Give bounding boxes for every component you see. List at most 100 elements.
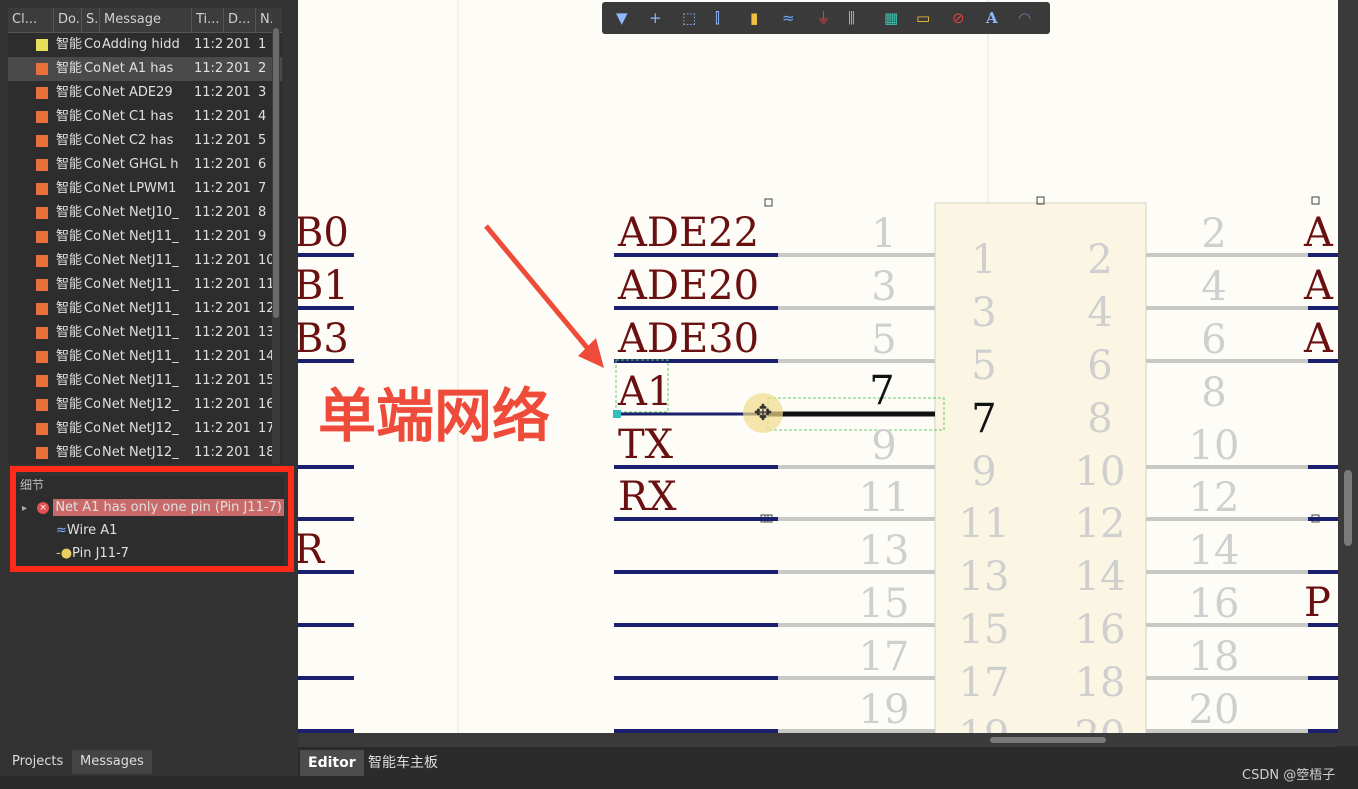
column-date[interactable]: D... [224,8,256,32]
column-document[interactable]: Do... [54,8,82,32]
tab-messages[interactable]: Messages [72,750,152,774]
select-rect-icon[interactable]: ⬚ [682,10,696,26]
messages-scrollbar[interactable] [272,8,280,464]
message-document: 智能 [56,181,82,196]
message-source: Co [84,61,100,76]
editor-tab-bar [298,747,1358,776]
highlight-box [10,466,294,572]
message-row[interactable]: 智能 Co Net NetJ11_ 11:2 201 10 [8,249,282,273]
pin-number-right-inner: 14 [1075,554,1126,600]
message-text: Net NetJ11_ [102,373,179,388]
message-text: Net NetJ11_ [102,349,179,364]
message-row[interactable]: 智能 Co Net NetJ11_ 11:2 201 14 [8,345,282,369]
message-row[interactable]: 智能 Co Net C2 has 11:2 201 5 [8,129,282,153]
pin-number-right-inner: 8 [1087,396,1112,442]
directive-icon[interactable]: ⊘ [952,10,965,26]
harness-icon[interactable]: ▦ [884,10,898,26]
message-source: Co [84,349,100,364]
text-icon[interactable]: A [986,10,998,26]
message-row[interactable]: 智能 Co Net NetJ10_ 11:2 201 8 [8,201,282,225]
message-row[interactable]: 智能 Co Net C1 has 11:2 201 4 [8,105,282,129]
message-date: 201 [226,205,251,220]
message-text: Net NetJ12_ [102,421,179,436]
part-icon[interactable]: ▮ [750,10,758,26]
message-source: Co [84,181,100,196]
column-source[interactable]: S... [82,8,100,32]
message-date: 201 [226,37,251,52]
pin-number-right-outer: 16 [1189,581,1240,627]
message-date: 201 [226,157,251,172]
message-date: 201 [226,349,251,364]
message-document: 智能 [56,37,82,52]
message-row[interactable]: 智能 Co Net GHGL h 11:2 201 6 [8,153,282,177]
pin-number-right-outer: 10 [1189,423,1240,469]
column-time[interactable]: Ti... [192,8,224,32]
pin-number-left-inner: 11 [959,501,1010,547]
message-row[interactable]: 智能 Co Adding hidd 11:2 201 1 [8,33,282,57]
message-row[interactable]: 智能 Co Net NetJ11_ 11:2 201 15 [8,369,282,393]
message-document: 智能 [56,253,82,268]
pin-number-right-outer: 12 [1189,475,1240,521]
message-row[interactable]: 智能 Co Net NetJ11_ 11:2 201 13 [8,321,282,345]
align-icon[interactable]: ⫿ [715,10,720,26]
message-row[interactable]: 智能 Co Net NetJ12_ 11:2 201 16 [8,393,282,417]
tab-document[interactable]: 智能车主板 [360,750,446,776]
tab-editor[interactable]: Editor [300,750,364,776]
arc-icon[interactable]: ◠ [1018,10,1031,26]
pin-number-left-inner: 13 [959,554,1010,600]
schematic-drawing[interactable]: ✥B0B1B3RADE22ADE20ADE30A1TXRXAAAP11 2233 4… [298,0,1338,733]
pin-number-left-inner: 9 [971,449,996,495]
message-time: 11:2 [194,325,224,340]
message-time: 11:2 [194,133,224,148]
message-class-icon [36,207,48,219]
port-icon[interactable]: ▭ [916,10,930,26]
bus-icon[interactable]: ⫼ [848,10,855,26]
message-class-icon [36,111,48,123]
active-bar-toolbar: ▼ + ⬚ ⫿ ▮ ≈ ⏚ ⫼ ▦ ▭ ⊘ A ◠ [602,2,1050,34]
column-class[interactable]: Cl... [8,8,54,32]
vertical-scrollbar-thumb[interactable] [1344,470,1352,546]
message-text: Net NetJ11_ [102,277,179,292]
pin-number-right-inner: 4 [1087,290,1112,336]
horizontal-scrollbar[interactable] [298,733,1338,747]
pin-number-left-inner: 5 [971,343,996,389]
message-text: Net NetJ11_ [102,229,179,244]
message-row[interactable]: 智能 Co Net NetJ12_ 11:2 201 18 [8,441,282,464]
message-source: Co [84,301,100,316]
message-row[interactable]: 智能 Co Net NetJ12_ 11:2 201 17 [8,417,282,441]
net-label-left: B1 [298,263,349,309]
message-row[interactable]: 智能 Co Net ADE29 11:2 201 3 [8,81,282,105]
pin-number-left-inner: 19 [959,713,1010,733]
message-date: 201 [226,133,251,148]
pin-number-left-inner: 3 [971,290,996,336]
message-date: 201 [226,277,251,292]
message-row[interactable]: 智能 Co Net A1 has 11:2 201 2 [8,57,282,81]
message-row[interactable]: 智能 Co Net LPWM1 11:2 201 7 [8,177,282,201]
message-text: Net NetJ12_ [102,445,179,460]
vertical-scrollbar[interactable] [1338,0,1358,746]
message-class-icon [36,39,48,51]
horizontal-scrollbar-thumb[interactable] [990,737,1106,743]
message-time: 11:2 [194,157,224,172]
filter-icon[interactable]: ▼ [616,10,628,26]
message-document: 智能 [56,421,82,436]
message-class-icon [36,375,48,387]
schematic-canvas[interactable]: ✥ B0 B1 B3 R ADE22 ADE20 ADE30 A1 TX RX A A A P 1 1 2 2 3 3 4… [298,0,1338,733]
column-message[interactable]: Message [100,8,192,32]
messages-table-header: Cl... Do... S... Message Ti... D... N... [8,8,282,33]
pin-number-left-outer: 11 [859,475,910,521]
message-text: Net A1 has [102,61,174,76]
message-date: 201 [226,301,251,316]
message-row[interactable]: 智能 Co Net NetJ11_ 11:2 201 12 [8,297,282,321]
message-class-icon [36,255,48,267]
message-row[interactable]: 智能 Co Net NetJ11_ 11:2 201 9 [8,225,282,249]
messages-scrollbar-thumb[interactable] [273,28,279,318]
message-class-icon [36,87,48,99]
message-document: 智能 [56,157,82,172]
power-icon[interactable]: ⏚ [816,10,831,26]
message-row[interactable]: 智能 Co Net NetJ11_ 11:2 201 11 [8,273,282,297]
message-class-icon [36,351,48,363]
wire-icon[interactable]: ≈ [782,10,795,26]
tab-projects[interactable]: Projects [4,750,71,774]
crosshair-icon[interactable]: + [649,10,662,26]
